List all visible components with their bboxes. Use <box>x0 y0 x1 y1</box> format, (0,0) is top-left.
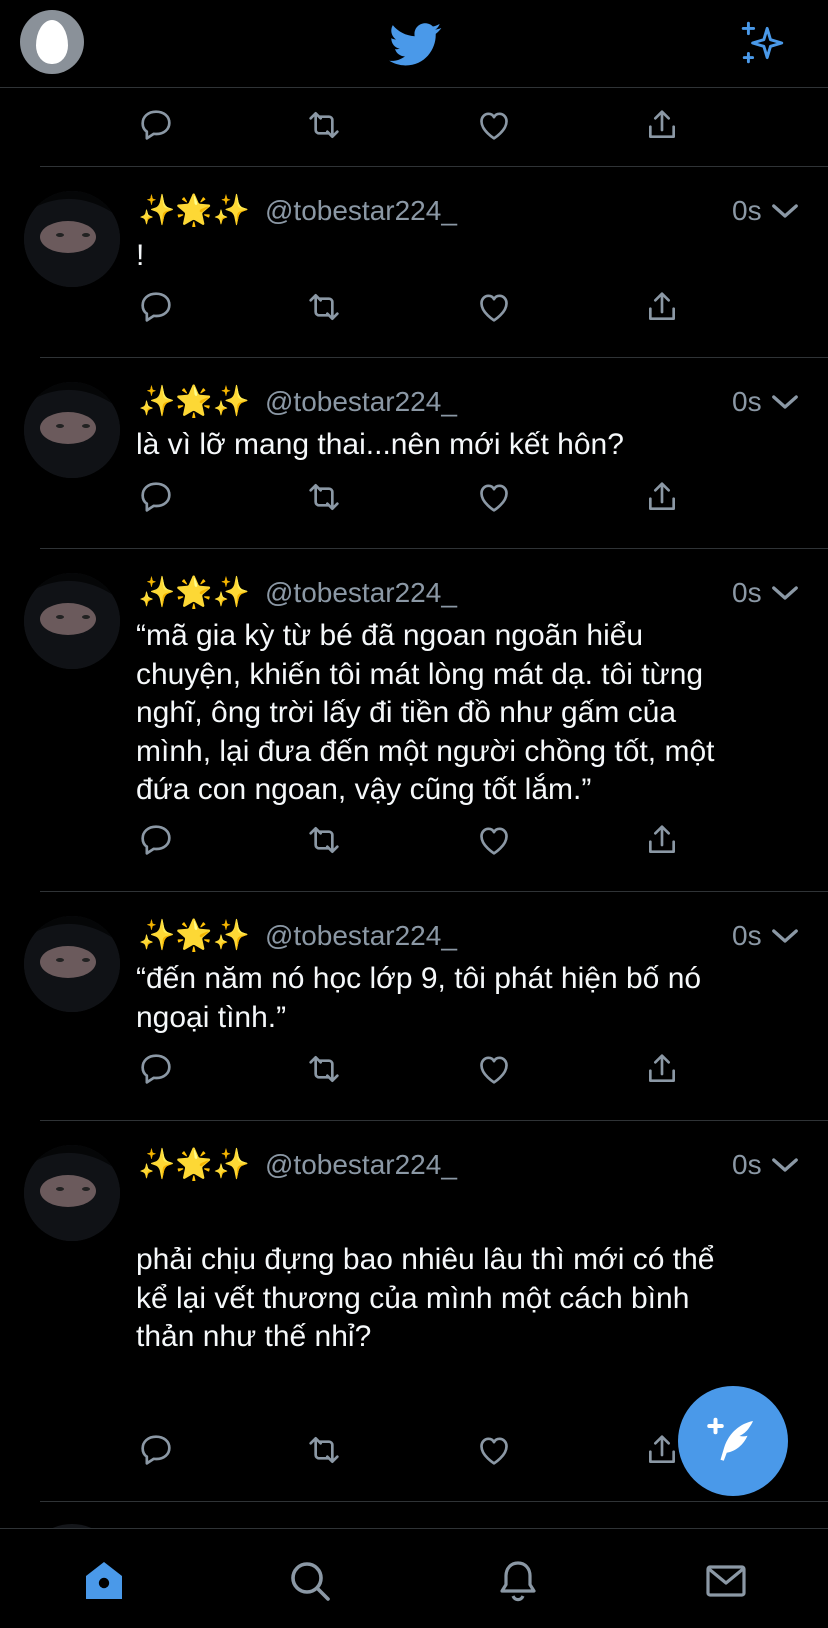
display-name: ✨🌟✨ <box>138 919 251 952</box>
retweet-icon[interactable] <box>304 1049 344 1089</box>
text-line: “đến năm nó học lớp 9, tôi phát hiện bố … <box>136 962 702 995</box>
user-handle[interactable]: @tobestar224_ <box>265 573 457 613</box>
reply-icon[interactable] <box>136 477 176 517</box>
like-icon[interactable] <box>474 1049 514 1089</box>
top-bar <box>0 0 828 88</box>
chevron-down-icon[interactable] <box>770 581 800 605</box>
sparkle-icon[interactable] <box>738 18 788 68</box>
user-handle[interactable]: @tobestar224_ <box>265 916 457 956</box>
user-handle[interactable]: @tobestar224_ <box>265 191 457 231</box>
tweet[interactable]: ✨🌟✨ @tobestar224_ 0s “mã gia kỳ từ bé đã… <box>0 549 828 891</box>
profile-avatar[interactable] <box>20 10 84 74</box>
tab-notifications[interactable] <box>494 1557 542 1605</box>
chevron-down-icon[interactable] <box>770 199 800 223</box>
share-icon[interactable] <box>642 1049 682 1089</box>
share-icon[interactable] <box>642 820 682 860</box>
timestamp: 0s <box>732 1149 762 1180</box>
egg-icon <box>36 20 68 64</box>
reply-icon[interactable] <box>136 1049 176 1089</box>
retweet-icon[interactable] <box>304 820 344 860</box>
tweet-text: là vì lỡ mang thai...nên mới kết hôn? <box>136 426 776 465</box>
tweet-text: phải chịu đựng bao nhiêu lâu thì mới có … <box>136 1241 776 1357</box>
tab-search[interactable] <box>286 1557 334 1605</box>
tweet-actions <box>0 100 828 150</box>
tweet-text: ! <box>136 237 776 276</box>
tweet-actions <box>0 815 828 865</box>
chevron-down-icon[interactable] <box>770 390 800 414</box>
timeline[interactable]: ✨🌟✨ @tobestar224_ 0s ! ✨🌟✨ @tobestar224_… <box>0 88 828 1528</box>
share-icon[interactable] <box>642 105 682 145</box>
text-line: kể lại vết thương của mình một cách bình <box>136 1281 690 1315</box>
text-line: là vì lỡ mang thai...nên mới kết hôn? <box>136 428 624 461</box>
text-line: chuyện, khiến tôi mát lòng mát dạ. tôi t… <box>136 657 704 691</box>
user-avatar[interactable] <box>24 916 120 1012</box>
timestamp: 0s <box>732 920 762 951</box>
text-line: đứa con ngoan, vậy cũng tốt lắm.” <box>136 773 592 806</box>
text-line: phải chịu đựng bao nhiêu lâu thì mới có … <box>136 1243 715 1276</box>
search-icon <box>291 1562 330 1601</box>
compose-tweet-button[interactable] <box>678 1386 788 1496</box>
reply-icon[interactable] <box>136 105 176 145</box>
retweet-icon[interactable] <box>304 287 344 327</box>
user-avatar[interactable] <box>24 191 120 287</box>
tweet[interactable]: ✨🌟✨ @tobestar224_ 0s ! <box>0 167 828 357</box>
text-line: mình, lại đưa đến một người chồng tốt, m… <box>136 734 715 768</box>
text-line: ngoại tình.” <box>136 1000 287 1034</box>
chevron-down-icon[interactable] <box>770 1153 800 1177</box>
display-name: ✨🌟✨ <box>138 576 251 609</box>
reply-icon[interactable] <box>136 1430 176 1470</box>
text-line: nghĩ, ông trời lấy đi tiền đồ như gấm củ… <box>136 696 677 729</box>
display-name: ✨🌟✨ <box>138 194 251 227</box>
reply-icon[interactable] <box>136 820 176 860</box>
text-line: ! <box>136 239 145 272</box>
retweet-icon[interactable] <box>304 1430 344 1470</box>
user-avatar[interactable] <box>24 573 120 669</box>
tab-messages[interactable] <box>702 1557 750 1605</box>
user-handle[interactable]: @tobestar224_ <box>265 382 457 422</box>
tweet-text: “đến năm nó học lớp 9, tôi phát hiện bố … <box>136 960 776 1037</box>
tweet-actions <box>0 472 828 522</box>
display-name: ✨🌟✨ <box>138 385 251 418</box>
divider <box>40 1501 828 1502</box>
retweet-icon[interactable] <box>304 477 344 517</box>
notifications-icon <box>500 1561 536 1602</box>
tweet-text: “mã gia kỳ từ bé đã ngoan ngoãn hiểu chu… <box>136 617 776 810</box>
home-icon <box>86 1562 122 1599</box>
twitter-bird-icon[interactable] <box>386 18 446 70</box>
reply-icon[interactable] <box>136 287 176 327</box>
text-line: “mã gia kỳ từ bé đã ngoan ngoãn hiểu <box>136 619 644 652</box>
share-icon[interactable] <box>642 287 682 327</box>
compose-feather-icon <box>707 1417 753 1461</box>
tab-home[interactable] <box>80 1557 128 1605</box>
bottom-tab-bar <box>0 1528 828 1628</box>
chevron-down-icon[interactable] <box>770 924 800 948</box>
tweet[interactable]: ✨🌟✨ @tobestar224_ 0s là vì lỡ mang thai.… <box>0 358 828 548</box>
like-icon[interactable] <box>474 105 514 145</box>
retweet-icon[interactable] <box>304 105 344 145</box>
display-name: ✨🌟✨ <box>138 1148 251 1181</box>
timestamp: 0s <box>732 577 762 608</box>
tweet[interactable]: ✨🌟✨ @tobestar224_ 0s “đến năm nó học lớp… <box>0 892 828 1120</box>
like-icon[interactable] <box>474 820 514 860</box>
like-icon[interactable] <box>474 287 514 327</box>
share-icon[interactable] <box>642 477 682 517</box>
like-icon[interactable] <box>474 477 514 517</box>
text-line: thản như thế nhỉ? <box>136 1320 372 1353</box>
timestamp: 0s <box>732 386 762 417</box>
like-icon[interactable] <box>474 1430 514 1470</box>
user-avatar[interactable] <box>24 1145 120 1241</box>
tweet-actions <box>0 282 828 332</box>
user-avatar[interactable] <box>24 382 120 478</box>
share-icon[interactable] <box>642 1430 682 1470</box>
user-handle[interactable]: @tobestar224_ <box>265 1145 457 1185</box>
timestamp: 0s <box>732 195 762 226</box>
messages-icon <box>706 1565 746 1597</box>
tweet-actions <box>0 1044 828 1094</box>
